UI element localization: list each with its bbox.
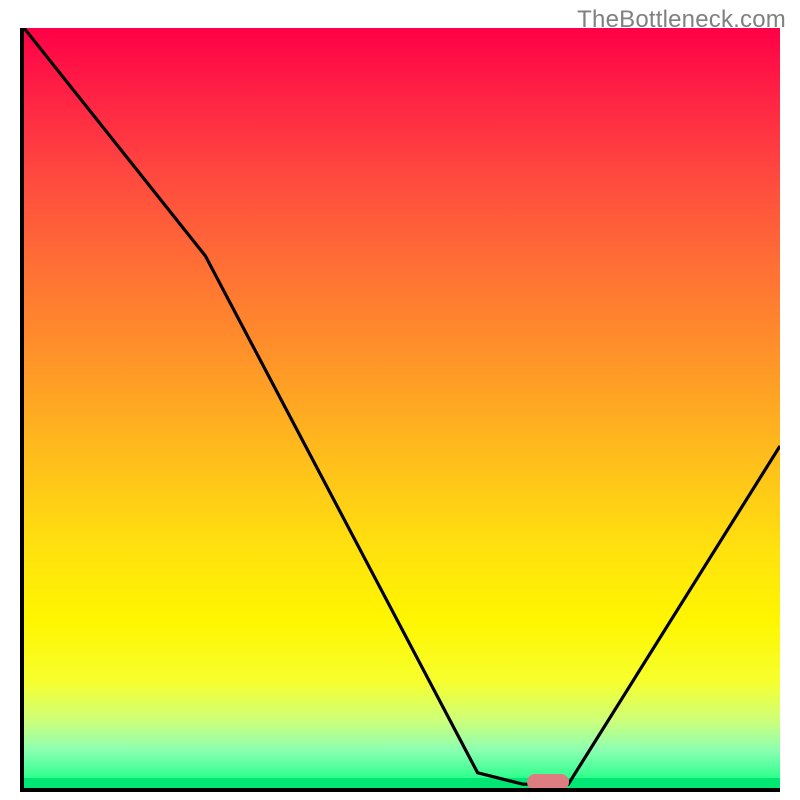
line-layer (24, 28, 780, 788)
curve-path (24, 28, 780, 784)
plot-area (20, 28, 780, 792)
optimal-marker (527, 774, 569, 790)
watermark-text: TheBottleneck.com (577, 6, 786, 34)
chart-container: TheBottleneck.com (0, 0, 800, 800)
